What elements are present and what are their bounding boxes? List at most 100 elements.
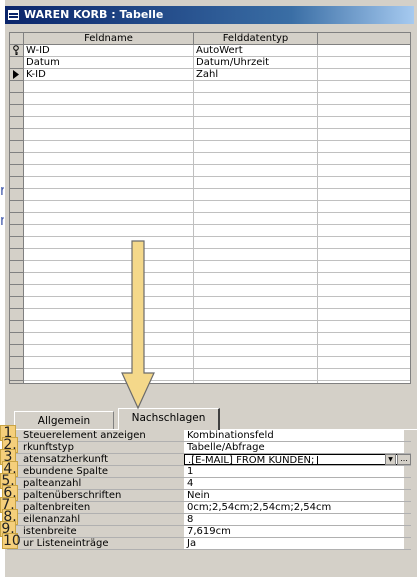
property-value[interactable]: 4 — [184, 478, 404, 489]
description-cell[interactable] — [318, 105, 410, 117]
row-selector[interactable] — [10, 213, 24, 225]
field-name-cell[interactable] — [24, 153, 194, 165]
field-name-cell[interactable] — [24, 117, 194, 129]
field-name-cell[interactable] — [24, 81, 194, 93]
data-type-cell[interactable] — [194, 117, 318, 129]
field-name-cell[interactable] — [24, 273, 194, 285]
property-value[interactable]: Kombinationsfeld — [184, 430, 404, 441]
row-selector[interactable] — [10, 321, 24, 333]
data-type-cell[interactable] — [194, 165, 318, 177]
description-cell[interactable] — [318, 285, 410, 297]
description-cell[interactable] — [318, 129, 410, 141]
row-selector[interactable] — [10, 69, 24, 81]
data-type-cell[interactable] — [194, 105, 318, 117]
row-selector[interactable] — [10, 309, 24, 321]
description-cell[interactable] — [318, 69, 410, 81]
data-type-cell[interactable] — [194, 321, 318, 333]
title-bar[interactable]: WAREN KORB : Tabelle — [5, 6, 414, 24]
property-value[interactable]: 1 — [184, 466, 404, 477]
description-cell[interactable] — [318, 153, 410, 165]
field-name-cell[interactable] — [24, 141, 194, 153]
field-name-cell[interactable] — [24, 213, 194, 225]
description-cell[interactable] — [318, 189, 410, 201]
field-name-cell[interactable] — [24, 357, 194, 369]
row-selector[interactable] — [10, 45, 24, 57]
data-type-cell[interactable] — [194, 297, 318, 309]
description-cell[interactable] — [318, 201, 410, 213]
row-selector[interactable] — [10, 381, 24, 383]
property-value[interactable]: 8 — [184, 514, 404, 525]
row-selector[interactable] — [10, 249, 24, 261]
property-row[interactable]: paltenbreiten 0cm;2,54cm;2,54cm;2,54cm — [7, 502, 411, 514]
row-selector[interactable] — [10, 177, 24, 189]
property-row[interactable]: ur Listeneinträge Ja — [7, 538, 411, 550]
column-header-datatype[interactable]: Felddatentyp — [194, 33, 318, 45]
property-value[interactable]: 7,619cm — [184, 526, 404, 537]
data-type-cell[interactable] — [194, 237, 318, 249]
data-type-cell[interactable] — [194, 129, 318, 141]
data-type-cell[interactable] — [194, 153, 318, 165]
data-type-cell[interactable] — [194, 213, 318, 225]
description-cell[interactable] — [318, 333, 410, 345]
property-value[interactable]: Nein — [184, 490, 404, 501]
data-type-cell[interactable]: Datum/Uhrzeit — [194, 57, 318, 69]
field-name-cell[interactable] — [24, 285, 194, 297]
row-selector[interactable] — [10, 261, 24, 273]
data-type-cell[interactable] — [194, 345, 318, 357]
description-cell[interactable] — [318, 57, 410, 69]
grid-corner[interactable] — [10, 33, 24, 45]
data-type-cell[interactable] — [194, 225, 318, 237]
data-type-cell[interactable] — [194, 261, 318, 273]
field-name-cell[interactable] — [24, 93, 194, 105]
data-type-cell[interactable] — [194, 141, 318, 153]
field-name-cell[interactable] — [24, 369, 194, 381]
data-type-cell[interactable] — [194, 249, 318, 261]
description-cell[interactable] — [318, 357, 410, 369]
row-selector[interactable] — [10, 105, 24, 117]
field-name-cell[interactable] — [24, 225, 194, 237]
builder-button[interactable]: ... — [397, 454, 411, 465]
description-cell[interactable] — [318, 381, 410, 383]
description-cell[interactable] — [318, 297, 410, 309]
field-name-cell[interactable] — [24, 261, 194, 273]
row-selector[interactable] — [10, 297, 24, 309]
data-type-cell[interactable] — [194, 309, 318, 321]
description-cell[interactable] — [318, 93, 410, 105]
description-cell[interactable] — [318, 249, 410, 261]
row-selector[interactable] — [10, 369, 24, 381]
row-selector[interactable] — [10, 357, 24, 369]
data-type-cell[interactable] — [194, 177, 318, 189]
row-selector[interactable] — [10, 141, 24, 153]
property-value[interactable]: Tabelle/Abfrage — [184, 442, 404, 453]
field-name-cell[interactable] — [24, 165, 194, 177]
data-type-cell[interactable] — [194, 381, 318, 383]
field-name-cell[interactable] — [24, 189, 194, 201]
field-name-cell[interactable] — [24, 201, 194, 213]
description-cell[interactable] — [318, 177, 410, 189]
field-name-cell[interactable] — [24, 237, 194, 249]
description-cell[interactable] — [318, 81, 410, 93]
field-name-cell[interactable]: K-ID — [24, 69, 194, 81]
description-cell[interactable] — [318, 369, 410, 381]
row-selector[interactable] — [10, 201, 24, 213]
dropdown-button[interactable]: ▼ — [385, 454, 396, 465]
row-selector[interactable] — [10, 117, 24, 129]
property-row[interactable]: paltenüberschriften Nein — [7, 490, 411, 502]
column-header-fieldname[interactable]: Feldname — [24, 33, 194, 45]
tab-lookup[interactable]: Nachschlagen — [118, 408, 220, 430]
column-header-description[interactable] — [318, 33, 410, 45]
field-name-cell[interactable] — [24, 309, 194, 321]
description-cell[interactable] — [318, 213, 410, 225]
description-cell[interactable] — [318, 309, 410, 321]
property-row[interactable]: rkunftstyp Tabelle/Abfrage — [7, 442, 411, 454]
description-cell[interactable] — [318, 165, 410, 177]
field-name-cell[interactable] — [24, 297, 194, 309]
property-row[interactable]: eilenanzahl 8 — [7, 514, 411, 526]
tab-general[interactable]: Allgemein — [14, 411, 114, 429]
description-cell[interactable] — [318, 141, 410, 153]
property-value[interactable]: Ja — [184, 538, 404, 549]
field-name-cell[interactable] — [24, 105, 194, 117]
row-selector[interactable] — [10, 129, 24, 141]
description-cell[interactable] — [318, 225, 410, 237]
data-type-cell[interactable] — [194, 333, 318, 345]
